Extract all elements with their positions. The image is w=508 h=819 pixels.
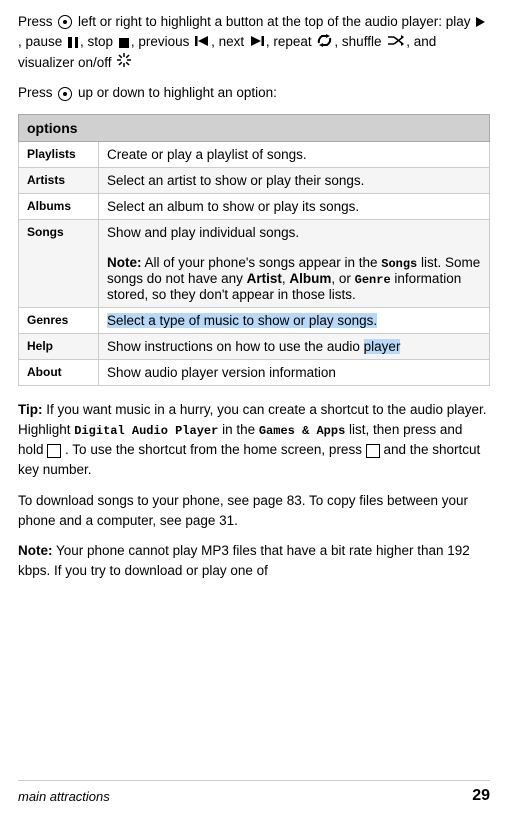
table-row: About Show audio player version informat… xyxy=(19,359,490,385)
press-label: Press xyxy=(18,14,53,29)
download-section: To download songs to your phone, see pag… xyxy=(18,491,490,532)
menu-key-icon1 xyxy=(47,444,61,458)
shuffle-icon xyxy=(387,33,404,53)
desc-genres: Select a type of music to show or play s… xyxy=(99,307,490,333)
desc-albums: Select an album to show or play its song… xyxy=(99,193,490,219)
footer: main attractions 29 xyxy=(18,780,490,805)
tip-highlight1: Digital Audio Player xyxy=(74,424,218,438)
page-content: Press left or right to highlight a butto… xyxy=(0,0,508,632)
table-row: Albums Select an album to show or play i… xyxy=(19,193,490,219)
option-genres: Genres xyxy=(19,307,99,333)
visualizer-icon xyxy=(117,53,131,73)
page-number: 29 xyxy=(472,787,490,805)
tip-highlight2: Games & Apps xyxy=(259,424,345,438)
tip-text2: in the xyxy=(222,422,259,437)
note-section: Note: Your phone cannot play MP3 files t… xyxy=(18,541,490,582)
table-row: Artists Select an artist to show or play… xyxy=(19,167,490,193)
tip-section: Tip: If you want music in a hurry, you c… xyxy=(18,400,490,481)
pause-icon xyxy=(68,37,78,48)
note-text: Your phone cannot play MP3 files that ha… xyxy=(18,543,470,578)
nav-icon-inline xyxy=(58,15,72,29)
option-songs: Songs xyxy=(19,219,99,307)
option-about: About xyxy=(19,359,99,385)
prev-icon xyxy=(195,33,209,53)
desc-songs: Show and play individual songs. Note: Al… xyxy=(99,219,490,307)
nav-icon-inline2 xyxy=(58,87,72,101)
help-desc-text: Show instructions on how to use the audi… xyxy=(107,339,364,354)
desc-help: Show instructions on how to use the audi… xyxy=(99,333,490,359)
option-help: Help xyxy=(19,333,99,359)
desc-about: Show audio player version information xyxy=(99,359,490,385)
option-artists: Artists xyxy=(19,167,99,193)
table-header: options xyxy=(19,114,490,141)
table-row: Playlists Create or play a playlist of s… xyxy=(19,141,490,167)
table-row: Help Show instructions on how to use the… xyxy=(19,333,490,359)
songs-note: Note: All of your phone's songs appear i… xyxy=(107,255,480,302)
stop-icon xyxy=(119,38,129,48)
genres-desc-highlighted: Select a type of music to show or play s… xyxy=(107,313,377,328)
desc-playlists: Create or play a playlist of songs. xyxy=(99,141,490,167)
options-table: options Playlists Create or play a playl… xyxy=(18,114,490,386)
tip-label: Tip: xyxy=(18,402,43,417)
table-row: Songs Show and play individual songs. No… xyxy=(19,219,490,307)
help-desc-text2: player xyxy=(364,339,401,354)
play-icon xyxy=(476,17,485,27)
next-icon xyxy=(250,33,264,53)
songs-desc-text: Show and play individual songs. xyxy=(107,225,299,240)
intro-paragraph-1: Press left or right to highlight a butto… xyxy=(18,12,490,73)
menu-key-icon2 xyxy=(366,444,380,458)
note-label: Note: xyxy=(18,543,53,558)
table-row: Genres Select a type of music to show or… xyxy=(19,307,490,333)
repeat-icon xyxy=(317,33,332,53)
footer-section: main attractions xyxy=(18,789,464,804)
option-playlists: Playlists xyxy=(19,141,99,167)
desc-artists: Select an artist to show or play their s… xyxy=(99,167,490,193)
intro-paragraph-2: Press up or down to highlight an option: xyxy=(18,83,490,103)
option-albums: Albums xyxy=(19,193,99,219)
tip-text4: . To use the shortcut from the home scre… xyxy=(65,442,366,457)
